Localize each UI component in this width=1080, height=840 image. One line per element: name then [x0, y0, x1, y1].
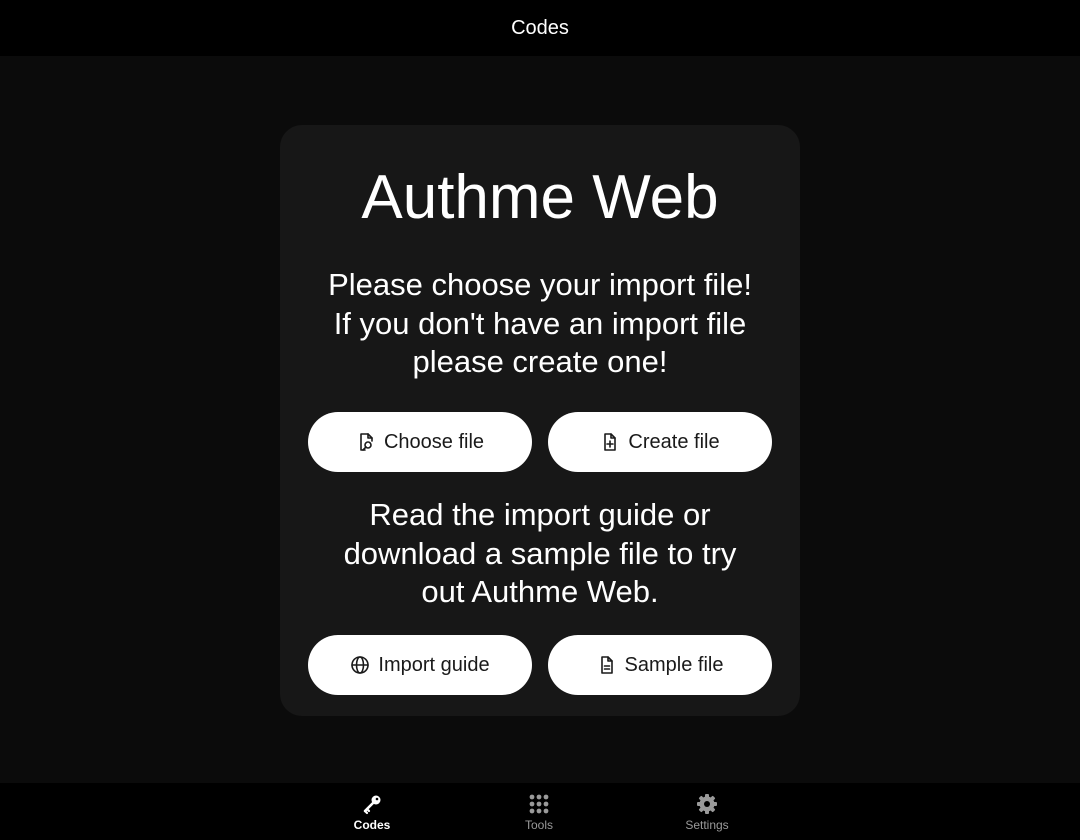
import-guide-label: Import guide: [378, 653, 490, 676]
create-file-label: Create file: [628, 430, 720, 453]
app-title: Authme Web: [361, 163, 719, 232]
nav-label-settings: Settings: [685, 818, 729, 832]
guide-instructions: Read the import guide or download a samp…: [300, 496, 780, 612]
page-title: Codes: [511, 16, 569, 39]
nav-item-settings[interactable]: Settings: [652, 783, 762, 840]
file-text-icon: [597, 655, 617, 675]
top-bar: Codes: [0, 0, 1080, 56]
globe-icon: [350, 655, 370, 675]
file-search-icon: [356, 432, 376, 452]
nav-item-tools[interactable]: Tools: [484, 783, 594, 840]
import-instructions: Please choose your import file! If you d…: [300, 266, 780, 382]
bottom-navigation: Codes Tools Settings: [0, 783, 1080, 840]
gear-icon: [696, 783, 718, 815]
file-plus-icon: [600, 432, 620, 452]
instruction-line: please create one!: [412, 344, 668, 379]
nav-label-tools: Tools: [524, 818, 553, 832]
create-file-button[interactable]: Create file: [548, 412, 772, 472]
sample-file-button[interactable]: Sample file: [548, 635, 772, 695]
key-icon: [361, 783, 383, 815]
instruction-line: download a sample file to try: [343, 535, 737, 571]
grid-icon: [528, 783, 550, 815]
instruction-line: If you don't have an import file: [333, 305, 747, 341]
instruction-line: Read the import guide or: [369, 497, 711, 532]
instruction-line: Please choose your import file!: [328, 267, 752, 302]
nav-item-codes[interactable]: Codes: [317, 783, 427, 840]
sample-file-label: Sample file: [624, 653, 724, 676]
nav-label-codes: Codes: [353, 818, 391, 832]
choose-file-button[interactable]: Choose file: [308, 412, 532, 472]
instruction-line: out Authme Web.: [421, 574, 659, 609]
import-guide-button[interactable]: Import guide: [308, 635, 532, 695]
choose-file-label: Choose file: [383, 430, 485, 453]
